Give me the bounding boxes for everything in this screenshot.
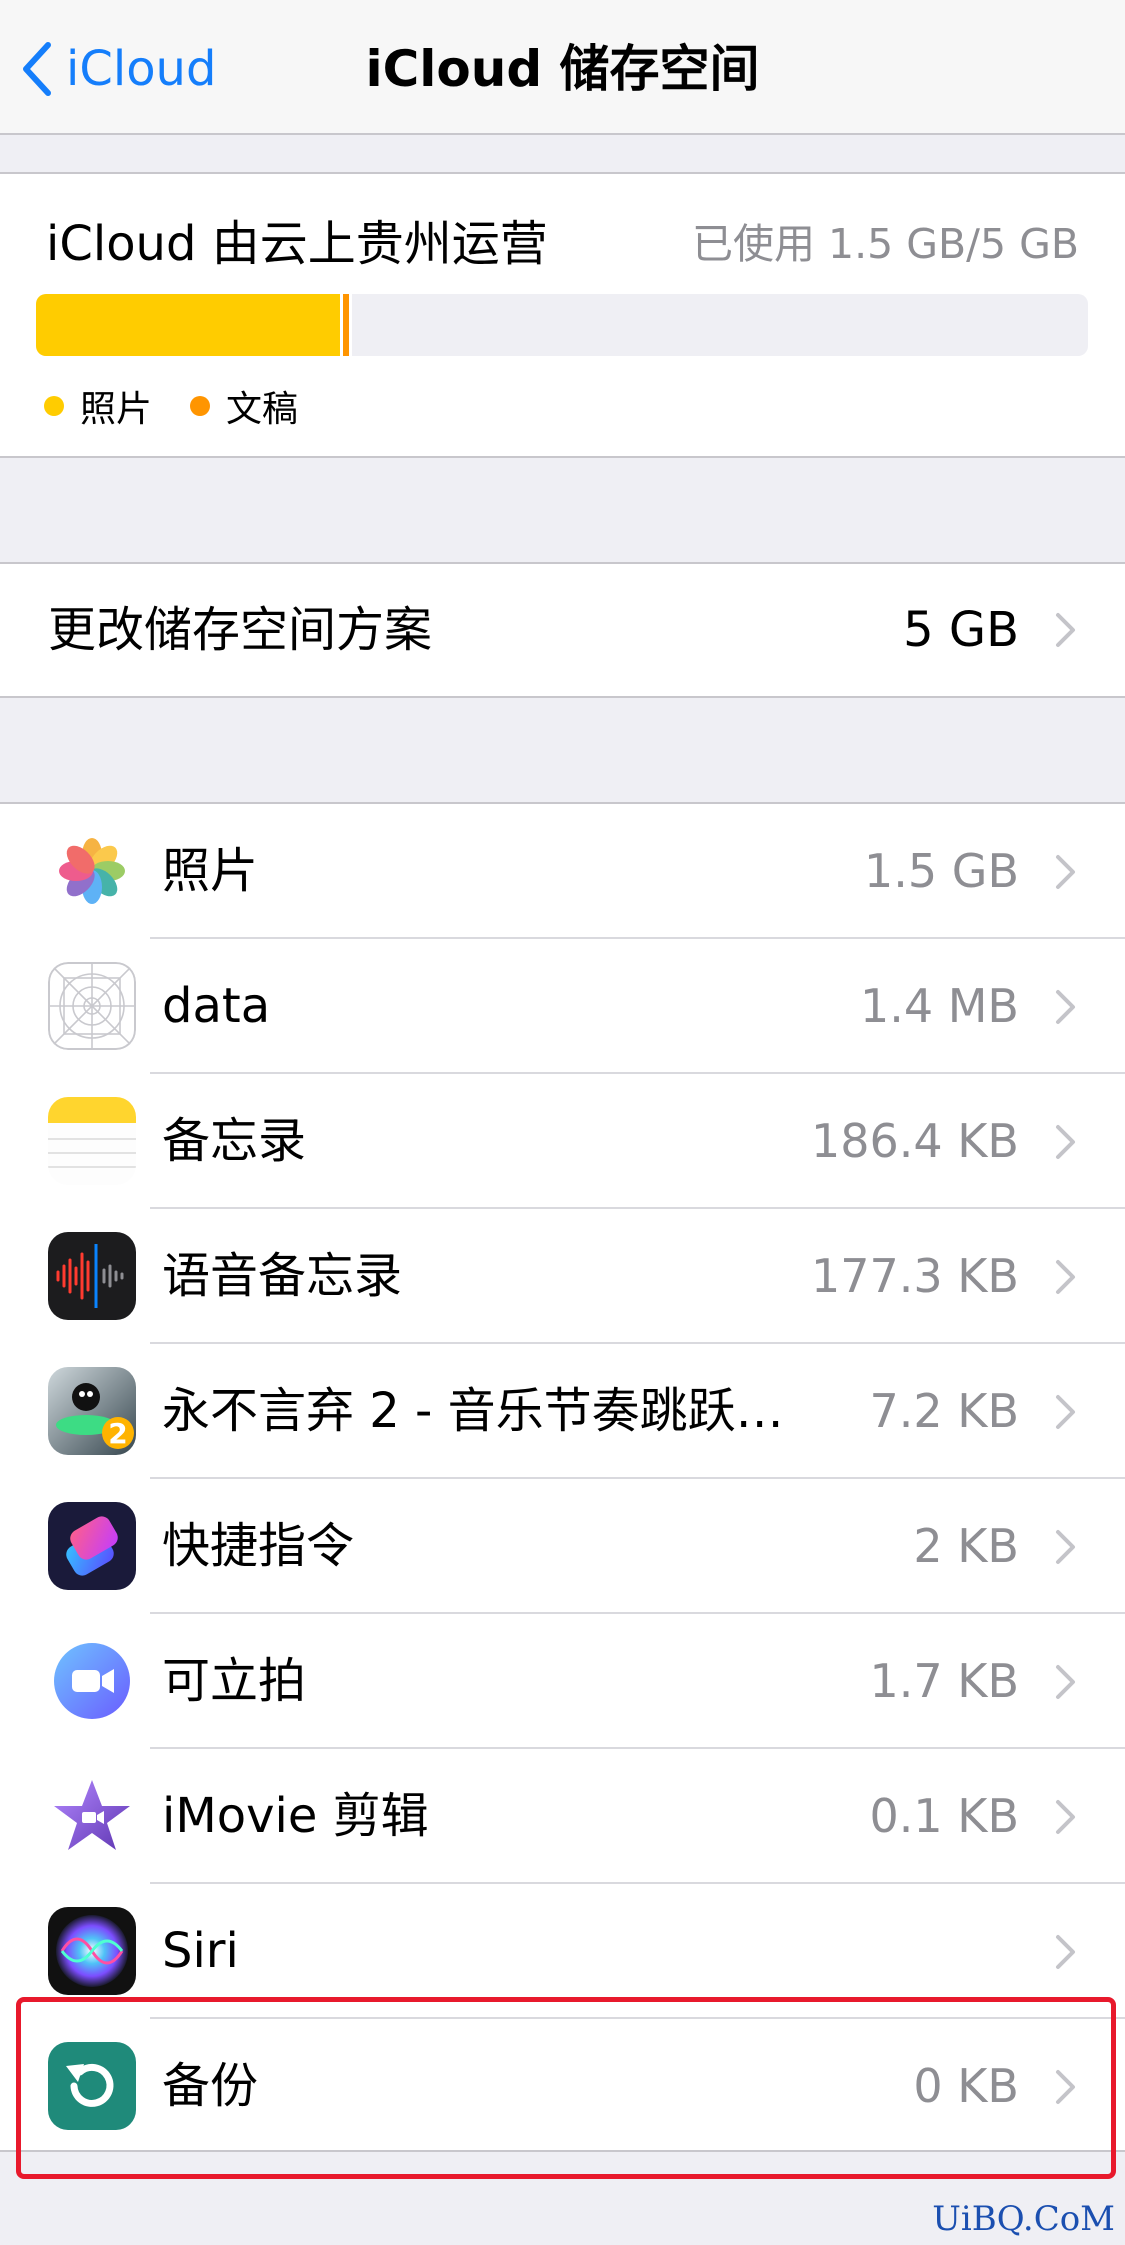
legend-dot: [44, 396, 64, 416]
app-row-photos[interactable]: 照片 1.5 GB: [0, 804, 1125, 939]
navigation-bar: iCloud iCloud 储存空间: [0, 0, 1125, 135]
app-row-clips[interactable]: 可立拍 1.7 KB: [0, 1614, 1125, 1749]
legend-label: 照片: [80, 389, 153, 430]
storage-provider: iCloud 由云上贵州运营: [46, 216, 548, 272]
app-name: 备忘录: [162, 1113, 307, 1169]
app-name: 快捷指令: [162, 1518, 355, 1574]
usage-segment-separator: [349, 294, 353, 356]
app-row-siri[interactable]: Siri: [0, 1884, 1125, 2019]
app-row-notes[interactable]: 备忘录 186.4 KB: [0, 1074, 1125, 1209]
chevron-right-icon: [1056, 1800, 1075, 1834]
storage-summary: iCloud 由云上贵州运营 已使用 1.5 GB/5 GB 照片 文稿: [0, 172, 1125, 458]
app-storage-list: 照片 1.5 GB data 1.4 MB 备忘录 186.4 KB 语音备忘录…: [0, 802, 1125, 2152]
watermark-text: UiBQ.CoM: [932, 2199, 1115, 2239]
current-plan-value: 5 GB: [903, 602, 1019, 658]
legend-label: 文稿: [226, 389, 299, 430]
chevron-right-icon: [1056, 1530, 1075, 1564]
chevron-right-icon: [1056, 855, 1075, 889]
app-name: 语音备忘录: [162, 1248, 403, 1304]
app-row-imovie[interactable]: iMovie 剪辑 0.1 KB: [0, 1749, 1125, 1884]
app-placeholder-icon: [48, 962, 136, 1050]
app-row-data[interactable]: data 1.4 MB: [0, 939, 1125, 1074]
app-size: 0 KB: [913, 2059, 1019, 2113]
app-name: 永不言弃 2 - 音乐节奏跳跃…: [162, 1383, 784, 1439]
legend-item-documents: 文稿: [190, 380, 298, 432]
app-name: 照片: [162, 843, 259, 899]
app-row-game[interactable]: 2 永不言弃 2 - 音乐节奏跳跃… 7.2 KB: [0, 1344, 1125, 1479]
siri-icon: [48, 1907, 136, 1995]
app-size: 1.5 GB: [864, 844, 1019, 898]
chevron-right-icon: [1056, 1260, 1075, 1294]
storage-legend: 照片 文稿: [44, 380, 336, 432]
legend-dot: [190, 396, 211, 416]
app-row-backup[interactable]: 备份 0 KB: [0, 2019, 1125, 2154]
chevron-right-icon: [1056, 2070, 1075, 2104]
usage-segment-photos: [36, 294, 341, 356]
app-name: 可立拍: [162, 1653, 307, 1709]
change-storage-plan-label: 更改储存空间方案: [48, 602, 433, 658]
change-storage-plan-row[interactable]: 更改储存空间方案 5 GB: [0, 562, 1125, 698]
app-row-shortcuts[interactable]: 快捷指令 2 KB: [0, 1479, 1125, 1614]
app-name: iMovie 剪辑: [162, 1788, 429, 1844]
storage-used-text: 已使用 1.5 GB/5 GB: [692, 220, 1079, 268]
chevron-right-icon: [1056, 1395, 1075, 1429]
chevron-right-icon: [1056, 613, 1075, 647]
usage-segment-separator: [340, 294, 344, 356]
imovie-icon: [48, 1772, 136, 1860]
chevron-right-icon: [1056, 1665, 1075, 1699]
shortcuts-icon: [48, 1502, 136, 1590]
app-size: 177.3 KB: [810, 1249, 1019, 1303]
app-name: Siri: [162, 1923, 239, 1979]
chevron-right-icon: [1056, 1935, 1075, 1969]
game-icon: 2: [48, 1367, 136, 1455]
svg-text:2: 2: [108, 1417, 127, 1450]
clips-icon: [48, 1637, 136, 1725]
app-size: 1.4 MB: [859, 979, 1019, 1033]
page-title: iCloud 储存空间: [365, 40, 760, 98]
app-name: data: [162, 978, 271, 1034]
app-size: 186.4 KB: [810, 1114, 1019, 1168]
app-size: 2 KB: [913, 1519, 1019, 1573]
app-size: 0.1 KB: [869, 1789, 1020, 1843]
notes-icon: [48, 1097, 136, 1185]
app-name: 备份: [162, 2058, 259, 2114]
legend-item-photos: 照片: [44, 380, 152, 432]
chevron-right-icon: [1056, 990, 1075, 1024]
backup-icon: [48, 2042, 136, 2130]
photos-icon: [48, 827, 136, 915]
app-size: 7.2 KB: [869, 1384, 1020, 1438]
app-row-voice-memos[interactable]: 语音备忘录 177.3 KB: [0, 1209, 1125, 1344]
chevron-right-icon: [1056, 1125, 1075, 1159]
voice-memos-icon: [48, 1232, 136, 1320]
app-size: 1.7 KB: [869, 1654, 1020, 1708]
storage-usage-bar: [36, 294, 1088, 356]
